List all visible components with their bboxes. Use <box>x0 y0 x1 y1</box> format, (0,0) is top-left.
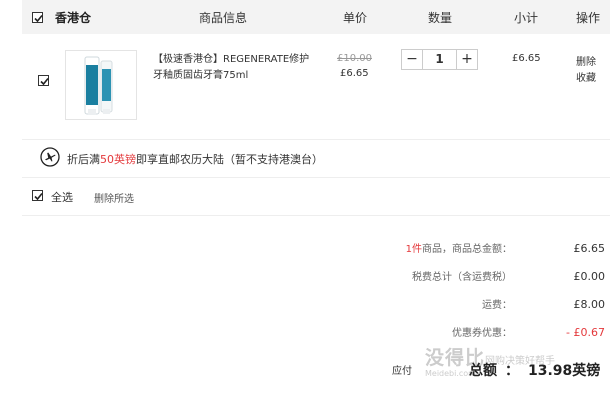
product-name-line1: 【极速香港仓】REGENERATE修护 <box>153 54 310 65</box>
item-select-checkbox[interactable] <box>38 75 49 86</box>
check-icon <box>40 77 49 86</box>
product-thumbnail[interactable] <box>65 50 137 120</box>
quantity-stepper: − 1 + <box>401 49 478 70</box>
tax-label: 税费总计（含运费税） <box>412 272 512 283</box>
promo-prefix: 折后满 <box>67 153 100 166</box>
promo-suffix: 即享直邮农历大陆（暂不支持港澳台） <box>136 153 323 166</box>
check-icon <box>34 14 43 23</box>
col-header-info: 商品信息 <box>199 11 248 25</box>
delete-item-link[interactable]: 删除 <box>576 53 596 68</box>
shipping-label: 运费： <box>482 300 512 311</box>
col-header-ops: 操作 <box>576 11 601 25</box>
goods-total-label: 1件商品，商品总金额： <box>406 240 512 255</box>
shipping-value: £8.00 <box>573 298 606 311</box>
col-header-price: 单价 <box>343 11 368 25</box>
pay-label: 应付 <box>392 366 412 377</box>
total-colon: ： <box>505 363 519 379</box>
store-name: 香港仓 <box>55 11 92 25</box>
coupon-value: - £0.67 <box>566 326 605 339</box>
goods-total-text: 商品，商品总金额： <box>422 244 512 255</box>
item-count: 1件 <box>405 244 422 255</box>
col-header-subtotal: 小计 <box>514 11 539 25</box>
total-amount: 13.98英镑 <box>528 363 601 379</box>
unit-price: £6.65 <box>340 68 369 79</box>
col-header-qty: 数量 <box>428 11 453 25</box>
airplane-icon <box>40 147 60 167</box>
toothpaste-image <box>84 56 113 115</box>
total-label: 总额 <box>469 363 497 379</box>
select-all-checkbox[interactable] <box>32 190 43 201</box>
increase-qty-button[interactable]: + <box>456 50 477 69</box>
favorite-item-link[interactable]: 收藏 <box>576 69 596 84</box>
goods-total-value: £6.65 <box>573 242 606 255</box>
promo-text: 折后满50英镑即享直邮农历大陆（暂不支持港澳台） <box>67 151 323 167</box>
original-price: £10.00 <box>337 53 372 64</box>
tax-value: £0.00 <box>573 270 606 283</box>
promo-highlight: 50英镑 <box>100 153 136 166</box>
quantity-value[interactable]: 1 <box>423 50 456 69</box>
check-icon <box>34 192 43 201</box>
item-subtotal: £6.65 <box>512 53 541 64</box>
select-all-label[interactable]: 全选 <box>51 189 73 205</box>
coupon-label: 优惠券优惠： <box>452 328 512 339</box>
product-name-line2: 牙釉质固齿牙膏75ml <box>153 70 249 81</box>
product-name[interactable]: 【极速香港仓】REGENERATE修护 牙釉质固齿牙膏75ml <box>153 52 309 84</box>
delete-selected-link[interactable]: 删除所选 <box>94 190 134 205</box>
decrease-qty-button[interactable]: − <box>402 50 423 69</box>
total-row: 总额 ： 13.98英镑 <box>469 360 600 380</box>
store-select-checkbox[interactable] <box>32 12 43 23</box>
